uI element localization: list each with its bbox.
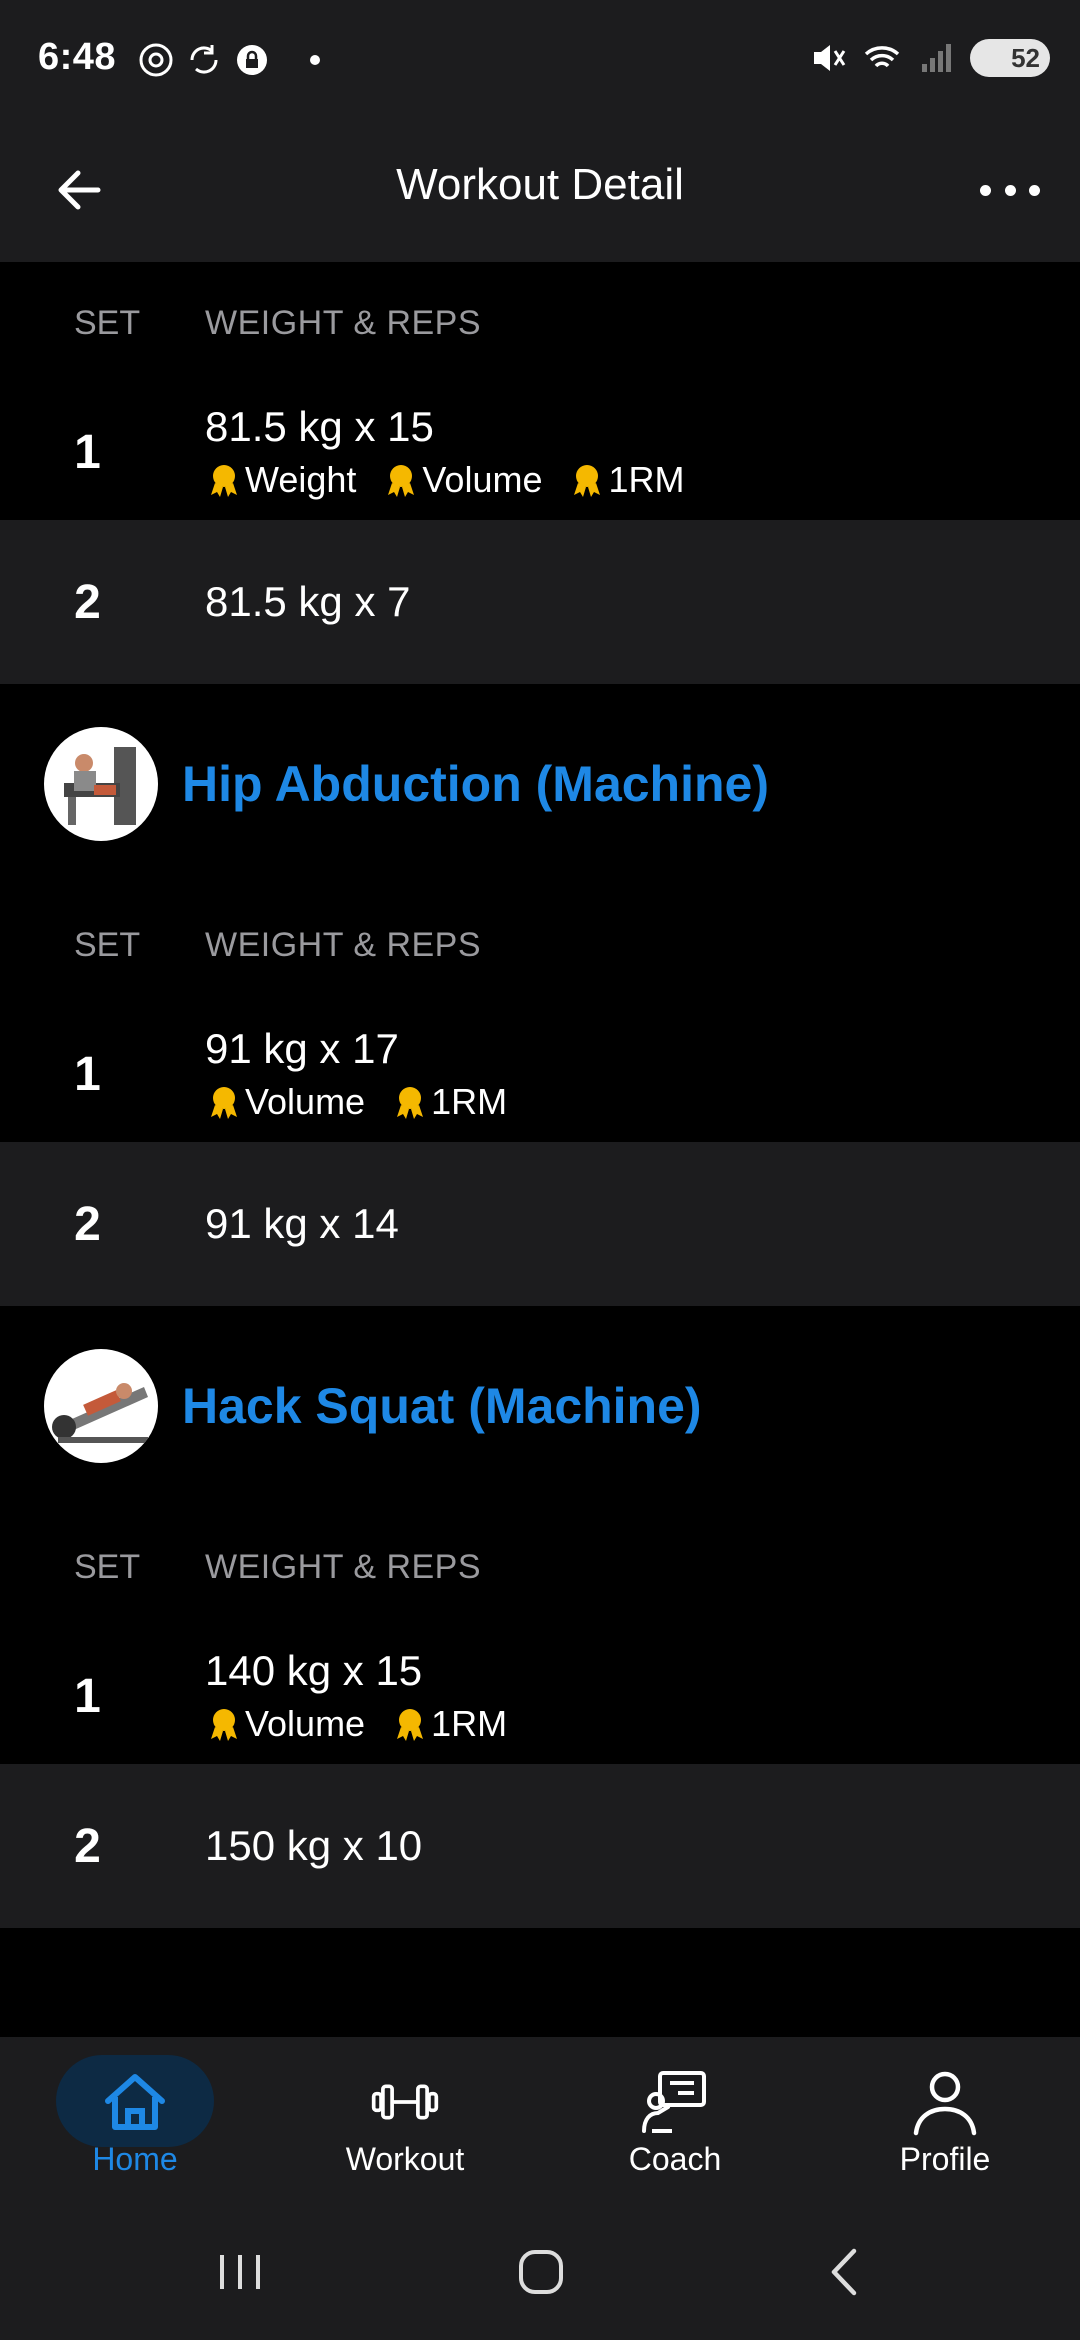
exercise-title[interactable]: Hack Squat (Machine) [182, 1377, 702, 1435]
workout-content[interactable]: SET WEIGHT & REPS 1 81.5 kg x 15 Weight … [0, 262, 1080, 2037]
nav-workout-label: Workout [345, 2141, 465, 2177]
nav-workout[interactable]: Workout [270, 2037, 540, 2197]
set-column-label: SET [74, 925, 141, 964]
set-number: 1 [74, 425, 101, 479]
recent-apps-icon[interactable] [205, 2237, 275, 2307]
status-right-icons: 52 [808, 38, 1050, 78]
pr-badges: Weight Volume 1RM [205, 459, 711, 501]
set-value: 91 kg x 14 [205, 1200, 399, 1247]
hip-abduction-machine-icon [64, 747, 136, 825]
set-row: 2 150 kg x 10 [0, 1764, 1080, 1928]
pr-badge: Volume [382, 459, 542, 501]
wifi-icon [864, 46, 900, 68]
set-row: 1 91 kg x 17 Volume 1RM [0, 1006, 1080, 1142]
exercise-header[interactable]: Hack Squat (Machine) [0, 1306, 1080, 1506]
app-header: Workout Detail [0, 120, 1080, 262]
column-header: SET WEIGHT & REPS [0, 1506, 1080, 1628]
set-row: 1 140 kg x 15 Volume 1RM [0, 1628, 1080, 1764]
mute-icon [814, 45, 846, 71]
weight-reps-column-label: WEIGHT & REPS [205, 303, 482, 342]
sync-icon [190, 45, 218, 74]
battery-indicator: 52 [970, 39, 1050, 77]
pr-badge: 1RM [568, 459, 685, 501]
signal-icon [922, 44, 951, 72]
bottom-navigation: Home Workout Coach Profile [0, 2037, 1080, 2197]
exercise-title[interactable]: Hip Abduction (Machine) [182, 755, 769, 813]
set-row: 2 91 kg x 14 [0, 1142, 1080, 1306]
set-number: 2 [74, 1819, 101, 1873]
medal-icon [211, 1709, 237, 1741]
set-value: 81.5 kg x 15 [205, 403, 434, 450]
pr-badge: 1RM [391, 1703, 507, 1745]
weight-reps-column-label: WEIGHT & REPS [205, 1547, 482, 1586]
set-number: 2 [74, 1197, 101, 1251]
threads-icon [139, 43, 173, 77]
pr-badge: 1RM [391, 1081, 507, 1123]
home-button-icon[interactable] [506, 2237, 576, 2307]
status-bar: 6:48 52 [0, 0, 1080, 120]
pr-badge: Weight [205, 459, 356, 501]
status-time: 6:48 [38, 36, 117, 78]
nav-profile[interactable]: Profile [810, 2037, 1080, 2197]
pr-badges: Volume 1RM [205, 1081, 533, 1123]
medal-icon [397, 1709, 424, 1741]
medal-icon [574, 465, 601, 497]
set-row: 2 81.5 kg x 7 [0, 520, 1080, 684]
weight-reps-column-label: WEIGHT & REPS [205, 925, 482, 964]
system-navigation [0, 2197, 1080, 2340]
set-row: 1 81.5 kg x 15 Weight Volume 1RM [0, 384, 1080, 520]
profile-icon [910, 2067, 980, 2137]
set-value: 140 kg x 15 [205, 1647, 423, 1694]
coach-icon [640, 2067, 710, 2137]
exercise-thumbnail[interactable] [44, 727, 158, 841]
dumbbell-icon [370, 2067, 440, 2137]
nav-home[interactable]: Home [0, 2037, 270, 2197]
home-icon [100, 2067, 170, 2137]
nav-coach-label: Coach [628, 2141, 722, 2177]
pr-badge: Volume [205, 1703, 365, 1745]
medal-icon [388, 465, 415, 497]
medal-icon [211, 465, 237, 497]
pr-badge: Volume [205, 1081, 365, 1123]
notification-dot [310, 55, 320, 65]
nav-coach[interactable]: Coach [540, 2037, 810, 2197]
pr-badges: Volume 1RM [205, 1703, 533, 1745]
hack-squat-machine-icon [52, 1383, 148, 1443]
column-header: SET WEIGHT & REPS [0, 262, 1080, 384]
set-value: 150 kg x 10 [205, 1822, 423, 1869]
system-back-icon[interactable] [810, 2237, 880, 2307]
nav-home-label: Home [92, 2141, 178, 2177]
medal-icon [211, 1087, 237, 1119]
set-column-label: SET [74, 303, 141, 342]
set-number: 2 [74, 575, 101, 629]
set-number: 1 [74, 1047, 101, 1101]
set-number: 1 [74, 1669, 101, 1723]
page-title: Workout Detail [396, 160, 684, 209]
more-options-icon[interactable] [980, 172, 1040, 208]
nav-profile-label: Profile [899, 2141, 991, 2177]
column-header: SET WEIGHT & REPS [0, 884, 1080, 1006]
set-value: 81.5 kg x 7 [205, 578, 411, 625]
lock-icon [237, 45, 267, 75]
set-value: 91 kg x 17 [205, 1025, 399, 1072]
medal-icon [397, 1087, 424, 1119]
set-column-label: SET [74, 1547, 141, 1586]
exercise-thumbnail[interactable] [44, 1349, 158, 1463]
status-left-icons [136, 40, 320, 80]
exercise-header[interactable]: Hip Abduction (Machine) [0, 684, 1080, 884]
